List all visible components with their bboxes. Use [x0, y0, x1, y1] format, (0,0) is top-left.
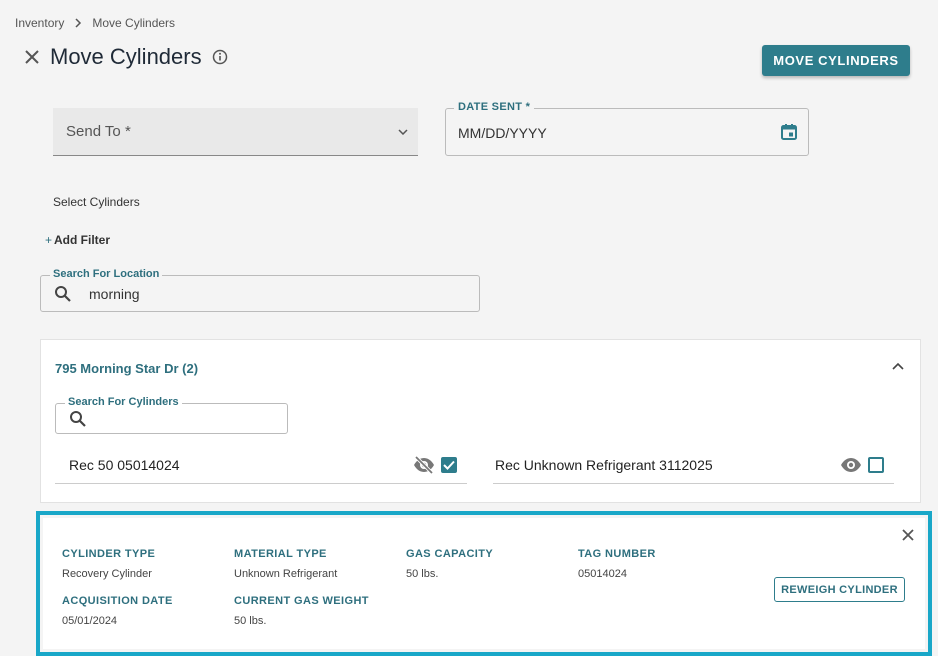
reweigh-cylinder-button[interactable]: REWEIGH CYLINDER	[774, 577, 905, 602]
cylinder-checkbox[interactable]	[441, 456, 457, 473]
chevron-up-icon[interactable]	[892, 362, 904, 370]
cylinder-checkbox[interactable]	[868, 456, 884, 473]
material-type-value: Unknown Refrigerant	[234, 568, 338, 580]
eye-icon[interactable]	[840, 457, 862, 473]
close-icon[interactable]	[901, 528, 915, 542]
cylinder-label: Rec 50 05014024	[69, 456, 180, 473]
chevron-down-icon	[398, 128, 408, 135]
tag-number-label: TAG NUMBER	[578, 548, 656, 560]
location-group-panel: 795 Morning Star Dr (2) Search For Cylin…	[40, 339, 921, 503]
select-cylinders-label: Select Cylinders	[53, 195, 140, 209]
cylinder-search-label: Search For Cylinders	[65, 396, 182, 408]
cylinder-list-item[interactable]: Rec 50 05014024	[55, 446, 467, 484]
cylinder-type-label: CYLINDER TYPE	[62, 548, 156, 560]
material-type-field: MATERIAL TYPE Unknown Refrigerant	[234, 548, 337, 580]
checkmark-icon	[443, 460, 455, 470]
title-row: Move Cylinders	[22, 44, 228, 70]
acquisition-date-field: ACQUISITION DATE 05/01/2024	[62, 595, 173, 627]
location-search-input[interactable]: Search For Location morning	[40, 268, 480, 312]
cylinder-search-input[interactable]: Search For Cylinders	[55, 396, 288, 434]
close-icon[interactable]	[22, 47, 42, 67]
breadcrumb-inventory-link[interactable]: Inventory	[15, 16, 64, 30]
tag-number-value: 05014024	[578, 568, 627, 580]
cylinder-type-field: CYLINDER TYPE Recovery Cylinder	[62, 548, 155, 580]
send-to-placeholder: Send To *	[66, 123, 131, 140]
location-search-value[interactable]: morning	[89, 286, 140, 302]
search-icon	[55, 286, 71, 302]
date-sent-field[interactable]: DATE SENT * MM/DD/YYYY	[445, 101, 809, 156]
add-filter-label: Add Filter	[54, 233, 111, 247]
acquisition-date-label: ACQUISITION DATE	[62, 595, 173, 607]
tag-number-field: TAG NUMBER 05014024	[578, 548, 656, 580]
gas-capacity-field: GAS CAPACITY 50 lbs.	[406, 548, 493, 580]
search-icon	[70, 411, 86, 427]
cylinder-actions	[840, 456, 884, 473]
add-filter-button[interactable]: + Add Filter	[45, 233, 110, 247]
send-to-select[interactable]: Send To *	[53, 108, 418, 156]
breadcrumb-current: Move Cylinders	[92, 16, 176, 30]
page-title: Move Cylinders	[50, 44, 202, 69]
acquisition-date-value: 05/01/2024	[62, 615, 118, 627]
cylinder-actions	[413, 455, 457, 474]
cylinder-list-item[interactable]: Rec Unknown Refrigerant 3112025	[493, 446, 894, 484]
cylinder-type-value: Recovery Cylinder	[62, 568, 152, 580]
current-gas-weight-field: CURRENT GAS WEIGHT 50 lbs.	[234, 595, 369, 627]
breadcrumb: Inventory Move Cylinders	[15, 16, 175, 30]
gas-capacity-value: 50 lbs.	[406, 568, 439, 580]
cylinder-detail-content: CYLINDER TYPE Recovery Cylinder MATERIAL…	[43, 518, 925, 649]
cylinder-detail-panel: CYLINDER TYPE Recovery Cylinder MATERIAL…	[36, 511, 932, 656]
plus-icon: +	[45, 233, 53, 247]
calendar-icon[interactable]	[780, 123, 798, 141]
material-type-label: MATERIAL TYPE	[234, 548, 327, 560]
info-icon[interactable]	[212, 49, 228, 65]
location-group-title[interactable]: 795 Morning Star Dr (2)	[55, 361, 198, 376]
date-sent-label: DATE SENT *	[454, 101, 535, 113]
current-gas-weight-label: CURRENT GAS WEIGHT	[234, 595, 369, 607]
current-gas-weight-value: 50 lbs.	[234, 615, 267, 627]
move-cylinders-button[interactable]: MOVE CYLINDERS	[762, 45, 910, 76]
eye-off-icon[interactable]	[413, 455, 435, 474]
location-search-label: Search For Location	[50, 268, 163, 280]
date-sent-value[interactable]: MM/DD/YYYY	[458, 125, 547, 141]
chevron-right-icon	[74, 18, 82, 28]
cylinder-label: Rec Unknown Refrigerant 3112025	[495, 456, 713, 473]
gas-capacity-label: GAS CAPACITY	[406, 548, 494, 560]
